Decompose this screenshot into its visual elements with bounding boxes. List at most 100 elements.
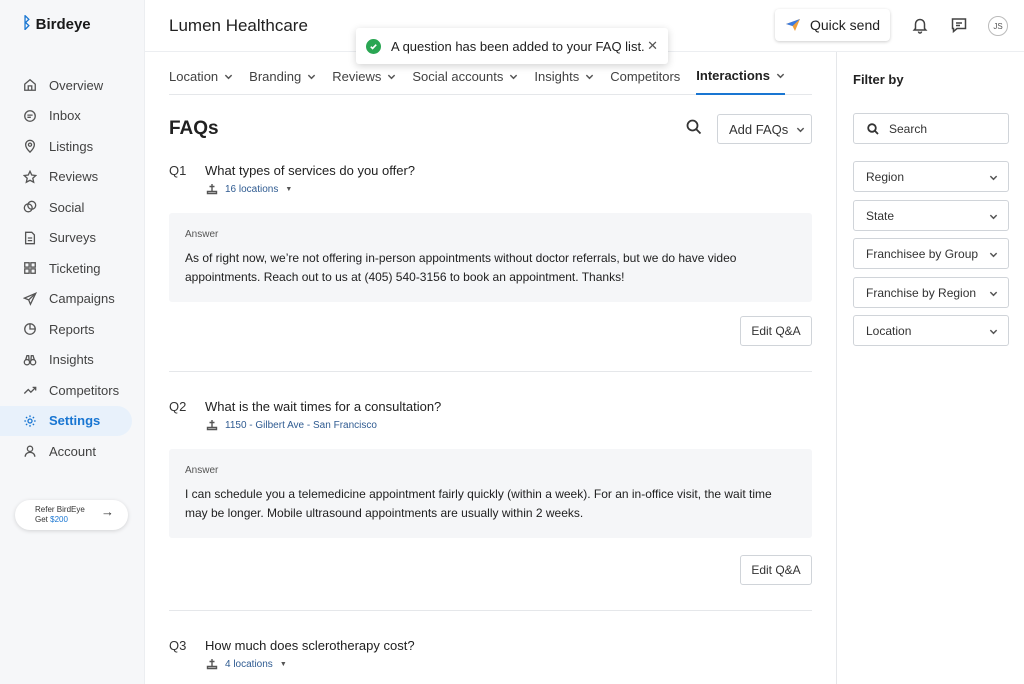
question-number: Q3 [169, 638, 187, 653]
brand-logo[interactable]: ᛒ Birdeye [22, 15, 91, 33]
select-label: Location [866, 323, 912, 338]
sidebar-item-campaigns[interactable]: Campaigns [0, 284, 145, 315]
trend-icon [22, 383, 37, 398]
question-text: How much does sclerotherapy cost? [205, 638, 415, 653]
tab-label: Interactions [696, 68, 770, 83]
star-icon [22, 169, 37, 184]
question-number: Q1 [169, 163, 187, 178]
sidebar-item-reviews[interactable]: Reviews [0, 162, 145, 193]
sidebar-item-label: Social [49, 199, 85, 215]
page-title: FAQs [169, 118, 219, 139]
sidebar-item-competitors[interactable]: Competitors [0, 375, 145, 406]
add-faqs-button[interactable]: Add FAQs [717, 114, 812, 144]
franchise-by-region-select[interactable]: Franchise by Region [853, 277, 1009, 308]
bell-icon[interactable] [911, 16, 929, 34]
location-select[interactable]: Location [853, 315, 1009, 346]
answer-text: As of right now, we’re not offering in-p… [185, 251, 737, 284]
anchor-icon [206, 420, 218, 431]
refer-line2: Get $200 [35, 515, 85, 525]
sidebar: ᛒ Birdeye Overview Inbox Listings Review… [0, 0, 145, 684]
sidebar-item-label: Overview [49, 77, 104, 93]
select-label: Franchise by Region [866, 285, 977, 300]
select-label: State [866, 208, 895, 223]
pin-icon [22, 139, 37, 154]
chevron-down-icon [509, 72, 518, 81]
sidebar-item-label: Surveys [49, 230, 96, 246]
send-icon [22, 291, 37, 306]
toast-message: A question has been added to your FAQ li… [391, 38, 645, 54]
refer-birdeye-button[interactable]: Refer BirdEye Get $200 → [15, 500, 128, 530]
tab-label: Insights [534, 69, 580, 84]
tab-label: Branding [249, 69, 302, 84]
sidebar-item-account[interactable]: Account [0, 436, 145, 467]
close-icon[interactable]: ✕ [647, 38, 658, 54]
avatar[interactable]: JS [988, 16, 1008, 36]
edit-qa-button[interactable]: Edit Q&A [740, 555, 812, 585]
sidebar-item-label: Insights [49, 352, 94, 368]
locations-dropdown[interactable]: 16 locations ▼ [206, 183, 292, 195]
franchisee-by-group-select[interactable]: Franchisee by Group [853, 238, 1009, 269]
chevron-down-icon [776, 71, 785, 80]
tab-label: Reviews [332, 69, 382, 84]
chevron-down-icon [387, 72, 396, 81]
sidebar-item-label: Account [49, 443, 96, 459]
survey-icon [22, 230, 37, 245]
sidebar-item-label: Campaigns [49, 291, 115, 307]
anchor-icon [206, 659, 218, 670]
caret-down-icon: ▼ [279, 660, 287, 668]
divider [169, 610, 812, 611]
sidebar-item-inbox[interactable]: Inbox [0, 101, 145, 132]
sidebar-item-settings[interactable]: Settings [0, 405, 132, 436]
locations-label: 16 locations [225, 183, 279, 195]
brand-name: Birdeye [35, 15, 91, 33]
answer-box: Answer I can schedule you a telemedicine… [169, 449, 812, 538]
tab-branding[interactable]: Branding [249, 56, 316, 95]
divider [169, 371, 812, 372]
chevron-down-icon [989, 173, 998, 182]
sidebar-item-label: Reviews [49, 169, 99, 185]
state-select[interactable]: State [853, 200, 1009, 231]
filter-title: Filter by [853, 72, 904, 87]
refer-text: Refer BirdEye Get $200 [35, 505, 85, 525]
chat-icon [22, 108, 37, 123]
sidebar-item-reports[interactable]: Reports [0, 314, 145, 345]
sidebar-item-label: Inbox [49, 108, 81, 124]
chevron-down-icon [989, 289, 998, 298]
search-icon[interactable] [686, 119, 704, 137]
sidebar-item-insights[interactable]: Insights [0, 345, 145, 376]
sidebar-item-social[interactable]: Social [0, 192, 145, 223]
sidebar-item-ticketing[interactable]: Ticketing [0, 253, 145, 284]
refer-amount: $200 [50, 515, 68, 524]
sidebar-item-label: Competitors [49, 382, 120, 398]
tab-location[interactable]: Location [169, 56, 233, 95]
caret-down-icon: ▼ [285, 185, 293, 193]
sidebar-item-surveys[interactable]: Surveys [0, 223, 145, 254]
success-toast: A question has been added to your FAQ li… [356, 28, 668, 64]
tab-label: Competitors [610, 69, 681, 84]
edit-qa-button[interactable]: Edit Q&A [740, 316, 812, 346]
location-label: 1150 - Gilbert Ave - San Francisco [225, 419, 377, 431]
filter-search-input[interactable]: Search [853, 113, 1009, 144]
sidebar-item-listings[interactable]: Listings [0, 131, 145, 162]
social-icon [22, 200, 37, 215]
messages-icon[interactable] [950, 16, 968, 34]
answer-text: I can schedule you a telemedicine appoin… [185, 487, 772, 520]
location-link[interactable]: 1150 - Gilbert Ave - San Francisco [206, 419, 377, 431]
refer-line2-prefix: Get [35, 515, 51, 524]
locations-dropdown[interactable]: 4 locations ▼ [206, 658, 287, 670]
sidebar-item-label: Reports [49, 321, 95, 337]
grid-icon [22, 261, 37, 276]
region-select[interactable]: Region [853, 161, 1009, 192]
locations-label: 4 locations [225, 658, 273, 670]
tab-interactions[interactable]: Interactions [696, 56, 785, 95]
select-label: Region [866, 169, 905, 184]
quick-send-button[interactable]: Quick send [775, 9, 890, 41]
check-circle-icon [366, 38, 381, 54]
filter-search-placeholder: Search [889, 121, 928, 136]
sidebar-item-label: Settings [49, 413, 101, 429]
pie-icon [22, 322, 37, 337]
question-text: What types of services do you offer? [205, 163, 416, 178]
question-number: Q2 [169, 399, 187, 414]
sidebar-item-overview[interactable]: Overview [0, 70, 145, 101]
chevron-down-icon [796, 125, 805, 134]
